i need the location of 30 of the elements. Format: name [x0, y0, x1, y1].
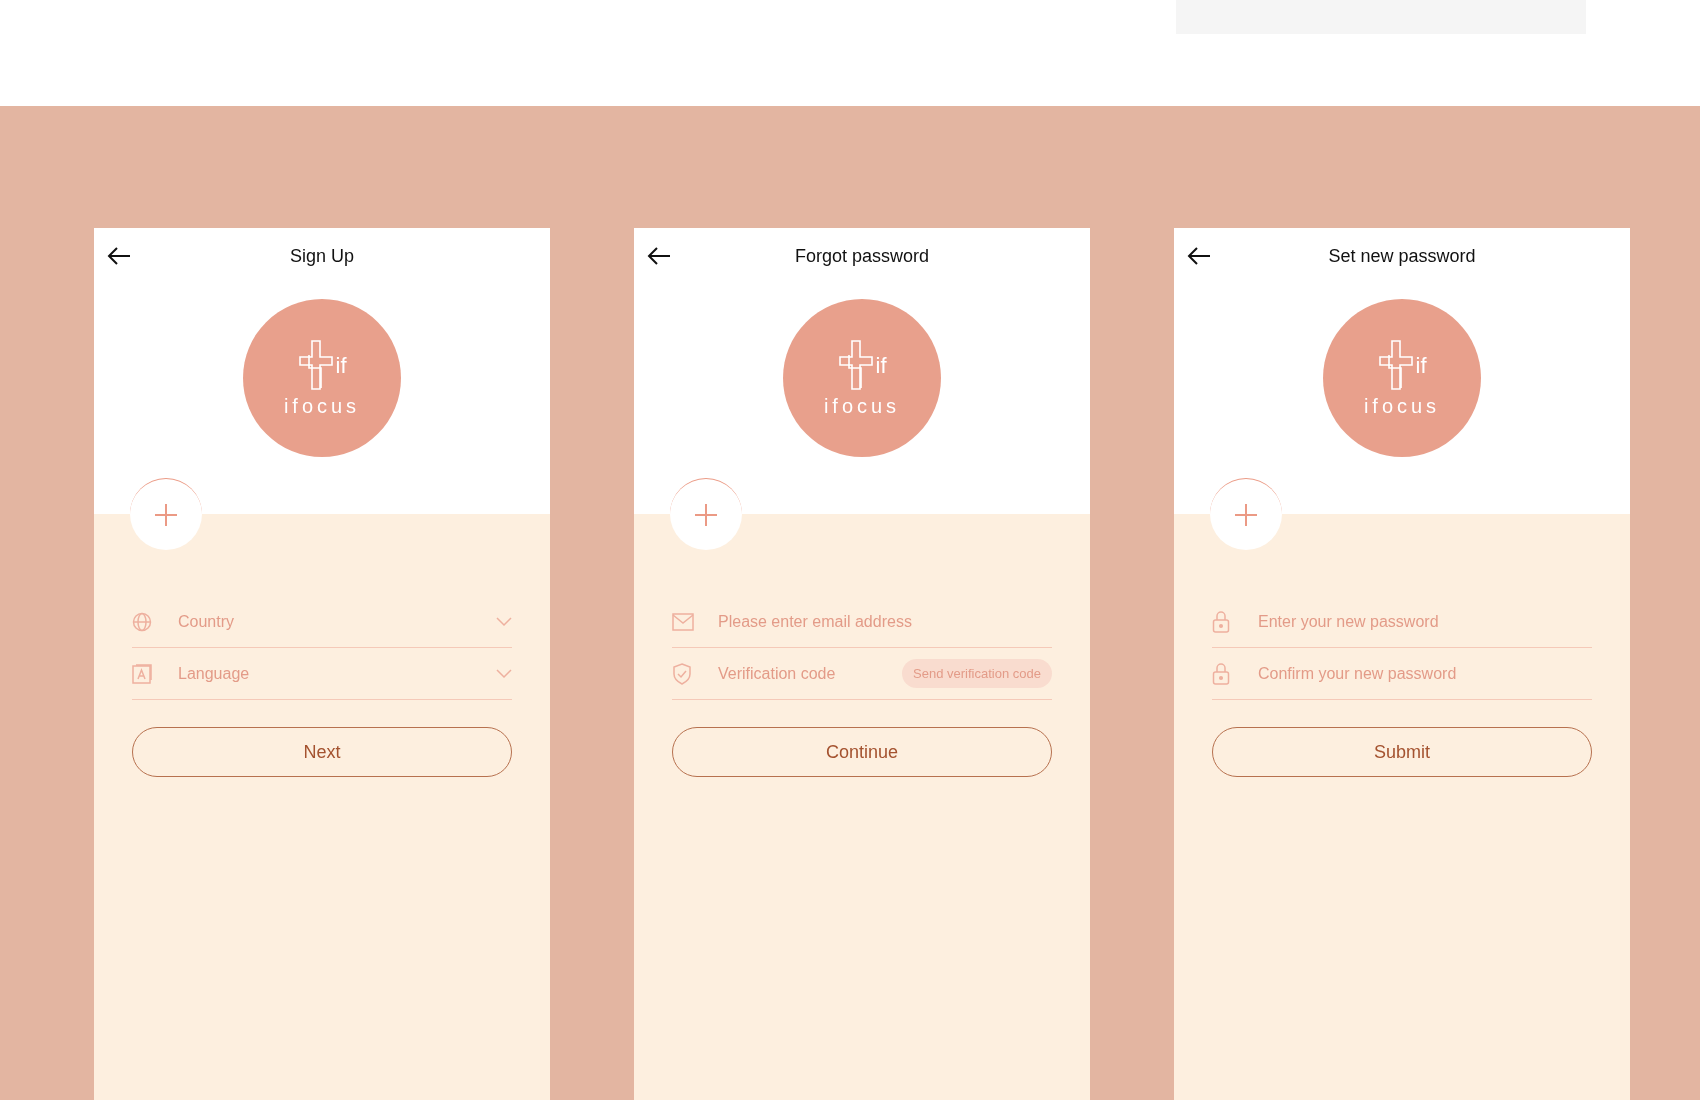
logo-text: ifocus	[823, 394, 901, 418]
logo-text: ifocus	[283, 394, 361, 418]
chevron-down-icon	[496, 616, 512, 627]
globe-icon	[132, 611, 152, 632]
envelope-icon	[672, 612, 694, 631]
plus-icon	[154, 502, 178, 527]
input-field[interactable]: Enter your new password	[1258, 612, 1592, 631]
padlock-icon	[1212, 662, 1230, 685]
screen-title: Set new password	[1328, 245, 1476, 267]
logo-mark: if	[875, 354, 887, 377]
plus-icon	[694, 502, 718, 527]
cross-outline-icon	[297, 338, 334, 391]
arrow-left-icon	[1187, 247, 1211, 265]
plus-icon	[1234, 502, 1258, 527]
logo-mark: if	[335, 354, 347, 377]
logo-text: ifocus	[1363, 394, 1441, 418]
logo-mark: if	[1415, 354, 1427, 377]
cross-outline-icon	[1377, 338, 1414, 391]
input-field[interactable]: Confirm your new password	[1258, 664, 1592, 683]
padlock-icon	[1212, 610, 1230, 633]
chevron-down-icon	[496, 668, 512, 679]
arrow-left-icon	[107, 247, 131, 265]
screen-title: Forgot password	[794, 245, 930, 267]
letter-a-icon	[132, 663, 152, 684]
cross-outline-icon	[837, 338, 874, 391]
arrow-left-icon	[647, 247, 671, 265]
screen-title: Sign Up	[289, 245, 354, 267]
shield-check-icon	[672, 662, 692, 685]
input-field[interactable]: Please enter email address	[718, 612, 1052, 631]
input-field[interactable]: Verification code	[718, 664, 903, 683]
